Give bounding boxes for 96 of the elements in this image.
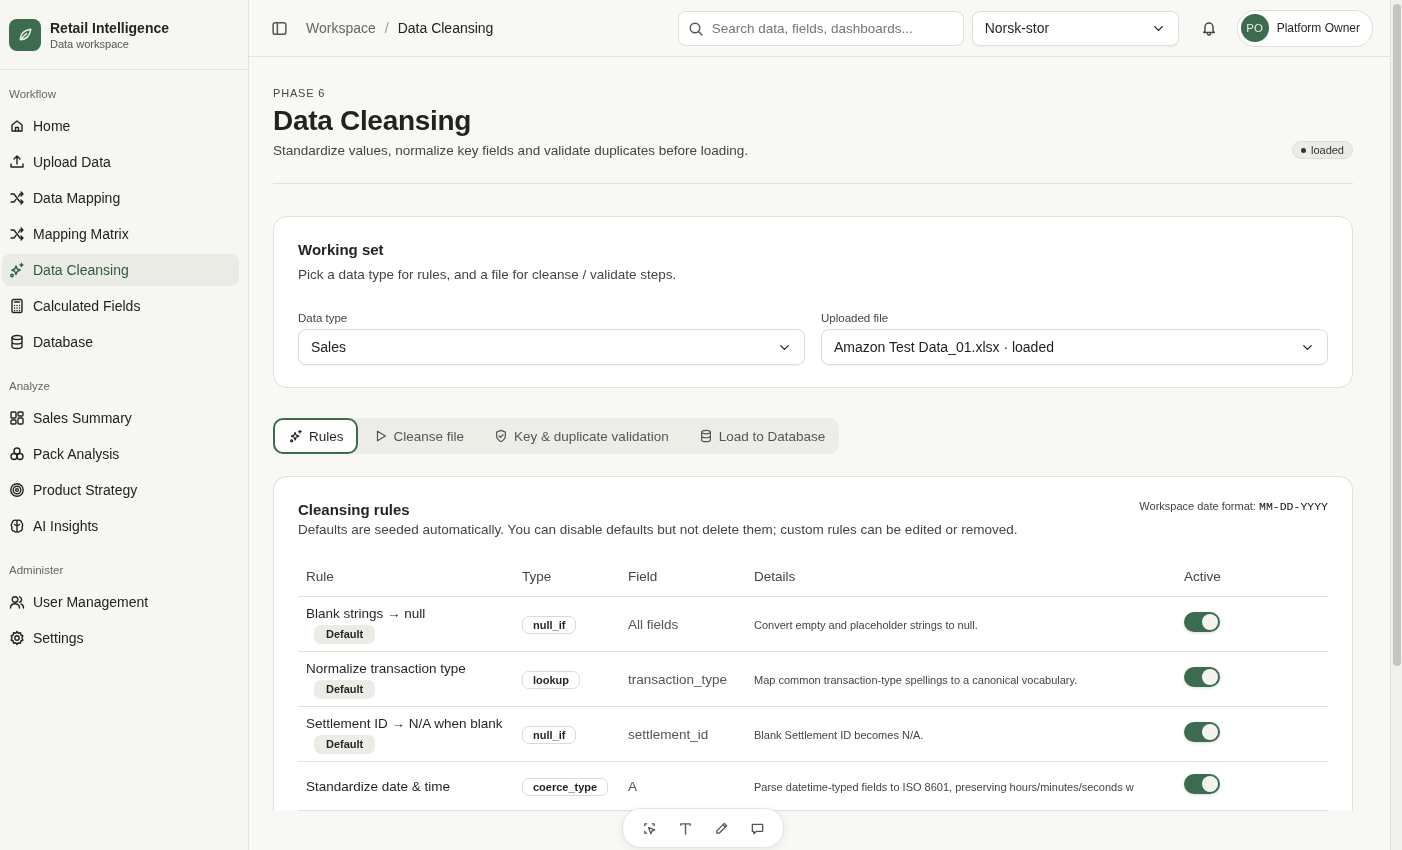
sidebar-item[interactable]: Upload Data bbox=[2, 146, 239, 178]
rule-details: Blank Settlement ID becomes N/A. bbox=[754, 729, 924, 741]
sidebar-item[interactable]: Sales Summary bbox=[2, 402, 239, 434]
search-icon bbox=[687, 20, 704, 37]
sparkle-icon bbox=[289, 429, 303, 443]
tab[interactable]: Cleanse file bbox=[357, 418, 479, 454]
active-toggle[interactable] bbox=[1184, 722, 1220, 742]
page-subtitle: Standardize values, normalize key fields and validate duplicates before loading. bbox=[273, 142, 749, 158]
sidebar-item[interactable]: Data Cleansing bbox=[2, 254, 239, 286]
active-toggle[interactable] bbox=[1184, 612, 1220, 632]
upload-icon bbox=[9, 154, 25, 170]
field-name: settlement_id bbox=[628, 727, 709, 742]
calculator-icon bbox=[9, 298, 25, 314]
status-badge: loaded bbox=[1291, 141, 1353, 159]
user-avatar: PO bbox=[1240, 14, 1269, 42]
column-header: Type bbox=[514, 569, 620, 597]
panel-icon bbox=[271, 19, 288, 37]
pencil-icon bbox=[713, 820, 729, 836]
sidebar-item[interactable]: Database bbox=[2, 326, 239, 358]
column-header: Details bbox=[746, 569, 1176, 597]
tab[interactable]: Load to Database bbox=[682, 418, 840, 454]
brain-icon bbox=[9, 518, 25, 534]
notifications-button[interactable] bbox=[1200, 20, 1217, 36]
settings-icon bbox=[9, 630, 25, 646]
sidebar-section-title: Administer bbox=[9, 563, 65, 578]
grid-icon bbox=[9, 410, 25, 426]
rule-type-tag: null_if bbox=[522, 725, 577, 744]
rule-details: Parse datetime-typed fields to ISO 8601, preserving hours/minutes/seconds w bbox=[754, 781, 1134, 793]
users-icon bbox=[9, 594, 25, 610]
user-menu-button[interactable]: PO Platform Owner bbox=[1236, 9, 1373, 47]
circles-icon bbox=[9, 446, 25, 462]
rule-details: Map common transaction-type spellings to a canonical vocabulary. bbox=[754, 674, 1078, 686]
database-icon bbox=[9, 334, 25, 350]
column-header: Rule bbox=[298, 569, 514, 597]
sidebar-item[interactable]: Pack Analysis bbox=[2, 438, 239, 470]
rule-name: Blank strings → null bbox=[306, 605, 426, 623]
sparkle-icon bbox=[9, 262, 25, 278]
rule-name: Standardize date & time bbox=[306, 777, 451, 796]
rule-name: Settlement ID → N/A when blank bbox=[306, 715, 503, 733]
shuffle-icon bbox=[9, 226, 25, 242]
card-description: Pick a data type for rules, and a file for cleanse / validate steps. bbox=[298, 267, 678, 282]
field-label: Uploaded file bbox=[821, 312, 890, 324]
column-header: Active bbox=[1176, 569, 1328, 597]
sidebar-section-title: Analyze bbox=[9, 379, 51, 394]
target-icon bbox=[9, 482, 25, 498]
store-select[interactable]: Norsk-stor bbox=[971, 10, 1179, 46]
brand-subtitle: Data workspace bbox=[50, 37, 130, 50]
rule-type-tag: lookup bbox=[522, 670, 581, 689]
house-icon bbox=[9, 118, 25, 134]
default-badge: Default bbox=[314, 680, 376, 699]
brand-name: Retail Intelligence bbox=[50, 19, 170, 36]
select-icon bbox=[641, 820, 657, 836]
card-title: Working set bbox=[298, 241, 385, 258]
sidebar-item[interactable]: Calculated Fields bbox=[2, 290, 239, 322]
card-title: Cleansing rules bbox=[298, 501, 410, 518]
sidebar-item[interactable]: AI Insights bbox=[2, 510, 239, 542]
select-field[interactable]: Sales bbox=[298, 329, 805, 365]
default-badge: Default bbox=[314, 735, 376, 754]
scrollbar-thumb[interactable] bbox=[1392, 4, 1401, 666]
page-title: Data Cleansing bbox=[273, 105, 473, 137]
rule-type-tag: null_if bbox=[522, 615, 577, 634]
shuffle-icon bbox=[9, 190, 25, 206]
rule-details: Convert empty and placeholder strings to null. bbox=[754, 619, 978, 631]
field-label: Data type bbox=[298, 312, 349, 324]
shield-icon bbox=[494, 429, 509, 443]
field-name: transaction_type bbox=[628, 672, 728, 687]
default-badge: Default bbox=[314, 625, 376, 644]
bell-icon bbox=[1200, 20, 1217, 36]
sidebar-item[interactable]: Mapping Matrix bbox=[2, 218, 239, 250]
leaf-icon bbox=[16, 26, 34, 43]
sidebar-toggle-button[interactable] bbox=[271, 19, 288, 37]
active-toggle[interactable] bbox=[1184, 667, 1220, 687]
active-toggle[interactable] bbox=[1184, 774, 1220, 794]
field-name: All fields bbox=[628, 617, 679, 632]
text-icon bbox=[677, 820, 693, 836]
sidebar-section-title: Workflow bbox=[9, 87, 58, 102]
sidebar-item[interactable]: Product Strategy bbox=[2, 474, 239, 506]
search-field[interactable]: Search data, fields, dashboards... bbox=[677, 10, 964, 46]
database-icon bbox=[698, 429, 713, 443]
sidebar-item[interactable]: User Management bbox=[2, 586, 239, 618]
column-header: Field bbox=[620, 569, 746, 597]
sidebar-item[interactable]: Home bbox=[2, 110, 239, 142]
rule-name: Normalize transaction type bbox=[306, 660, 466, 678]
phase-label: PHASE 6 bbox=[273, 87, 327, 99]
date-format-note: Workspace date format: MM-DD-YYYY bbox=[1139, 500, 1328, 513]
tab[interactable]: Rules bbox=[273, 418, 358, 454]
tab[interactable]: Key & duplicate validation bbox=[478, 418, 683, 454]
select-field[interactable]: Amazon Test Data_01.xlsx · loaded bbox=[821, 329, 1328, 365]
field-name: A bbox=[628, 779, 637, 794]
card-description: Defaults are seeded automatically. You can disable defaults but not delete them; custom rules can be edited or removed. bbox=[298, 522, 1019, 537]
breadcrumb-item[interactable]: Workspace bbox=[306, 20, 376, 36]
breadcrumb-separator: / bbox=[384, 20, 389, 36]
sidebar-item[interactable]: Settings bbox=[2, 622, 239, 654]
breadcrumb-item: Data Cleansing bbox=[397, 20, 494, 36]
rule-type-tag: coerce_type bbox=[522, 777, 609, 796]
sidebar-item[interactable]: Data Mapping bbox=[2, 182, 239, 214]
